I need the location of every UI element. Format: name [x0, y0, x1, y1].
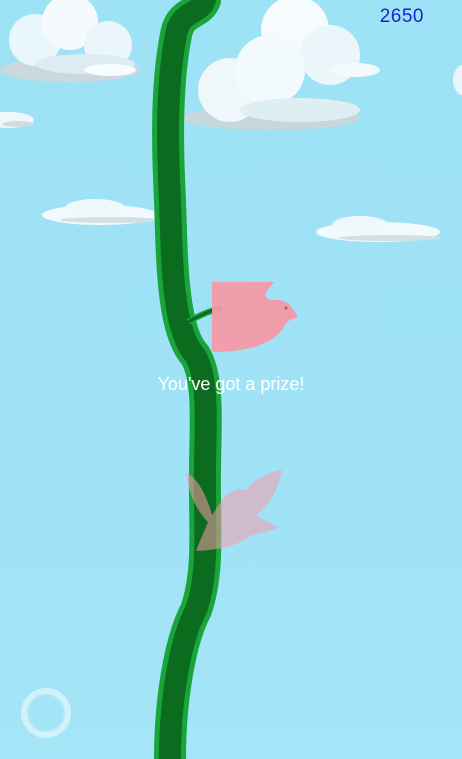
score-counter: 2650	[379, 6, 424, 27]
cloud	[316, 216, 442, 242]
game-scene[interactable]: 2650 You've got a prize!	[0, 0, 462, 759]
cloud	[42, 199, 160, 225]
prize-message: You've got a prize!	[157, 374, 305, 394]
dove-icon	[212, 282, 298, 352]
cloud	[0, 0, 140, 82]
circle-joystick-icon[interactable]	[20, 687, 72, 739]
cloud	[453, 64, 462, 96]
cloud	[0, 112, 34, 128]
